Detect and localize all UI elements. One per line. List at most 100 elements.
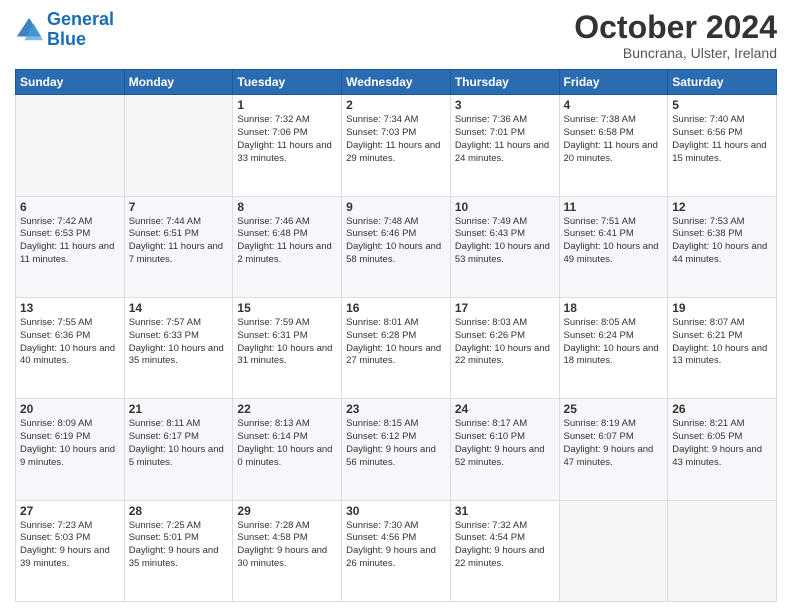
day-number: 24 [455,402,555,416]
cell-content: Sunrise: 7:38 AMSunset: 6:58 PMDaylight:… [564,114,664,165]
logo: General Blue [15,10,114,50]
cell-content: Sunrise: 7:46 AMSunset: 6:48 PMDaylight:… [237,216,337,267]
calendar-cell: 18 Sunrise: 8:05 AMSunset: 6:24 PMDayligh… [559,297,668,398]
cell-content: Sunrise: 7:40 AMSunset: 6:56 PMDaylight:… [672,114,772,165]
day-number: 6 [20,200,120,214]
page: General Blue October 2024 Buncrana, Ulst… [0,0,792,612]
calendar-cell: 6 Sunrise: 7:42 AMSunset: 6:53 PMDaylight… [16,196,125,297]
logo-text2: Blue [47,29,86,49]
cell-content: Sunrise: 7:53 AMSunset: 6:38 PMDaylight:… [672,216,772,267]
day-number: 19 [672,301,772,315]
cell-content: Sunrise: 8:07 AMSunset: 6:21 PMDaylight:… [672,317,772,368]
calendar-cell: 28 Sunrise: 7:25 AMSunset: 5:01 PMDayligh… [124,500,233,601]
cell-content: Sunrise: 7:25 AMSunset: 5:01 PMDaylight:… [129,520,229,571]
cell-content: Sunrise: 8:15 AMSunset: 6:12 PMDaylight:… [346,418,446,469]
title-block: October 2024 Buncrana, Ulster, Ireland [574,10,777,61]
calendar-cell: 14 Sunrise: 7:57 AMSunset: 6:33 PMDayligh… [124,297,233,398]
cell-content: Sunrise: 8:05 AMSunset: 6:24 PMDaylight:… [564,317,664,368]
day-number: 3 [455,98,555,112]
cell-content: Sunrise: 8:01 AMSunset: 6:28 PMDaylight:… [346,317,446,368]
calendar-cell: 12Sunrise: 7:53 AMSunset: 6:38 PMDayligh… [668,196,777,297]
day-number: 23 [346,402,446,416]
weekday-header: Tuesday [233,70,342,95]
cell-content: Sunrise: 7:48 AMSunset: 6:46 PMDaylight:… [346,216,446,267]
cell-content: Sunrise: 7:32 AMSunset: 4:54 PMDaylight:… [455,520,555,571]
month-title: October 2024 [574,10,777,45]
cell-content: Sunrise: 7:34 AMSunset: 7:03 PMDaylight:… [346,114,446,165]
weekday-header: Sunday [16,70,125,95]
day-number: 26 [672,402,772,416]
calendar-week-row: 13 Sunrise: 7:55 AMSunset: 6:36 PMDayligh… [16,297,777,398]
calendar-cell: 7 Sunrise: 7:44 AMSunset: 6:51 PMDaylight… [124,196,233,297]
calendar-cell: 27 Sunrise: 7:23 AMSunset: 5:03 PMDayligh… [16,500,125,601]
calendar-cell: 13 Sunrise: 7:55 AMSunset: 6:36 PMDayligh… [16,297,125,398]
calendar-cell: 26Sunrise: 8:21 AMSunset: 6:05 PMDayligh… [668,399,777,500]
cell-content: Sunrise: 7:49 AMSunset: 6:43 PMDaylight:… [455,216,555,267]
day-number: 5 [672,98,772,112]
day-number: 10 [455,200,555,214]
day-number: 21 [129,402,229,416]
calendar-cell: 3 Sunrise: 7:36 AMSunset: 7:01 PMDaylight… [450,95,559,196]
day-number: 22 [237,402,337,416]
day-number: 27 [20,504,120,518]
calendar-cell: 4 Sunrise: 7:38 AMSunset: 6:58 PMDaylight… [559,95,668,196]
cell-content: Sunrise: 7:44 AMSunset: 6:51 PMDaylight:… [129,216,229,267]
day-number: 4 [564,98,664,112]
day-number: 11 [564,200,664,214]
calendar-cell: 8Sunrise: 7:46 AMSunset: 6:48 PMDaylight… [233,196,342,297]
day-number: 16 [346,301,446,315]
day-number: 1 [237,98,337,112]
calendar-cell: 22Sunrise: 8:13 AMSunset: 6:14 PMDayligh… [233,399,342,500]
calendar-cell: 15 Sunrise: 7:59 AMSunset: 6:31 PMDayligh… [233,297,342,398]
logo-icon [15,16,43,44]
day-number: 7 [129,200,229,214]
cell-content: Sunrise: 7:23 AMSunset: 5:03 PMDaylight:… [20,520,120,571]
calendar-cell [559,500,668,601]
calendar-cell: 24 Sunrise: 8:17 AMSunset: 6:10 PMDayligh… [450,399,559,500]
weekday-header: Thursday [450,70,559,95]
day-number: 15 [237,301,337,315]
cell-content: Sunrise: 7:42 AMSunset: 6:53 PMDaylight:… [20,216,120,267]
cell-content: Sunrise: 7:55 AMSunset: 6:36 PMDaylight:… [20,317,120,368]
cell-content: Sunrise: 7:51 AMSunset: 6:41 PMDaylight:… [564,216,664,267]
calendar-cell: 2Sunrise: 7:34 AMSunset: 7:03 PMDaylight… [342,95,451,196]
weekday-header: Saturday [668,70,777,95]
day-number: 9 [346,200,446,214]
day-number: 13 [20,301,120,315]
day-number: 18 [564,301,664,315]
calendar-cell: 25 Sunrise: 8:19 AMSunset: 6:07 PMDayligh… [559,399,668,500]
day-number: 25 [564,402,664,416]
logo-text1: General [47,9,114,29]
calendar-week-row: 20Sunrise: 8:09 AMSunset: 6:19 PMDayligh… [16,399,777,500]
header: General Blue October 2024 Buncrana, Ulst… [15,10,777,61]
calendar-cell: 21 Sunrise: 8:11 AMSunset: 6:17 PMDayligh… [124,399,233,500]
day-number: 20 [20,402,120,416]
location: Buncrana, Ulster, Ireland [574,45,777,61]
calendar-table: SundayMondayTuesdayWednesdayThursdayFrid… [15,69,777,602]
day-number: 17 [455,301,555,315]
cell-content: Sunrise: 7:36 AMSunset: 7:01 PMDaylight:… [455,114,555,165]
calendar-cell: 29Sunrise: 7:28 AMSunset: 4:58 PMDayligh… [233,500,342,601]
calendar-header-row: SundayMondayTuesdayWednesdayThursdayFrid… [16,70,777,95]
calendar-cell: 5 Sunrise: 7:40 AMSunset: 6:56 PMDaylight… [668,95,777,196]
calendar-cell: 1 Sunrise: 7:32 AMSunset: 7:06 PMDaylight… [233,95,342,196]
cell-content: Sunrise: 8:11 AMSunset: 6:17 PMDaylight:… [129,418,229,469]
cell-content: Sunrise: 8:19 AMSunset: 6:07 PMDaylight:… [564,418,664,469]
weekday-header: Monday [124,70,233,95]
calendar-cell: 20Sunrise: 8:09 AMSunset: 6:19 PMDayligh… [16,399,125,500]
calendar-cell: 10 Sunrise: 7:49 AMSunset: 6:43 PMDayligh… [450,196,559,297]
cell-content: Sunrise: 7:57 AMSunset: 6:33 PMDaylight:… [129,317,229,368]
day-number: 28 [129,504,229,518]
calendar-cell: 30Sunrise: 7:30 AMSunset: 4:56 PMDayligh… [342,500,451,601]
day-number: 14 [129,301,229,315]
calendar-cell: 17Sunrise: 8:03 AMSunset: 6:26 PMDayligh… [450,297,559,398]
calendar-cell [668,500,777,601]
calendar-cell: 23 Sunrise: 8:15 AMSunset: 6:12 PMDayligh… [342,399,451,500]
logo-text: General Blue [47,10,114,50]
cell-content: Sunrise: 8:17 AMSunset: 6:10 PMDaylight:… [455,418,555,469]
cell-content: Sunrise: 7:59 AMSunset: 6:31 PMDaylight:… [237,317,337,368]
weekday-header: Wednesday [342,70,451,95]
cell-content: Sunrise: 7:28 AMSunset: 4:58 PMDaylight:… [237,520,337,571]
cell-content: Sunrise: 7:32 AMSunset: 7:06 PMDaylight:… [237,114,337,165]
calendar-cell [16,95,125,196]
